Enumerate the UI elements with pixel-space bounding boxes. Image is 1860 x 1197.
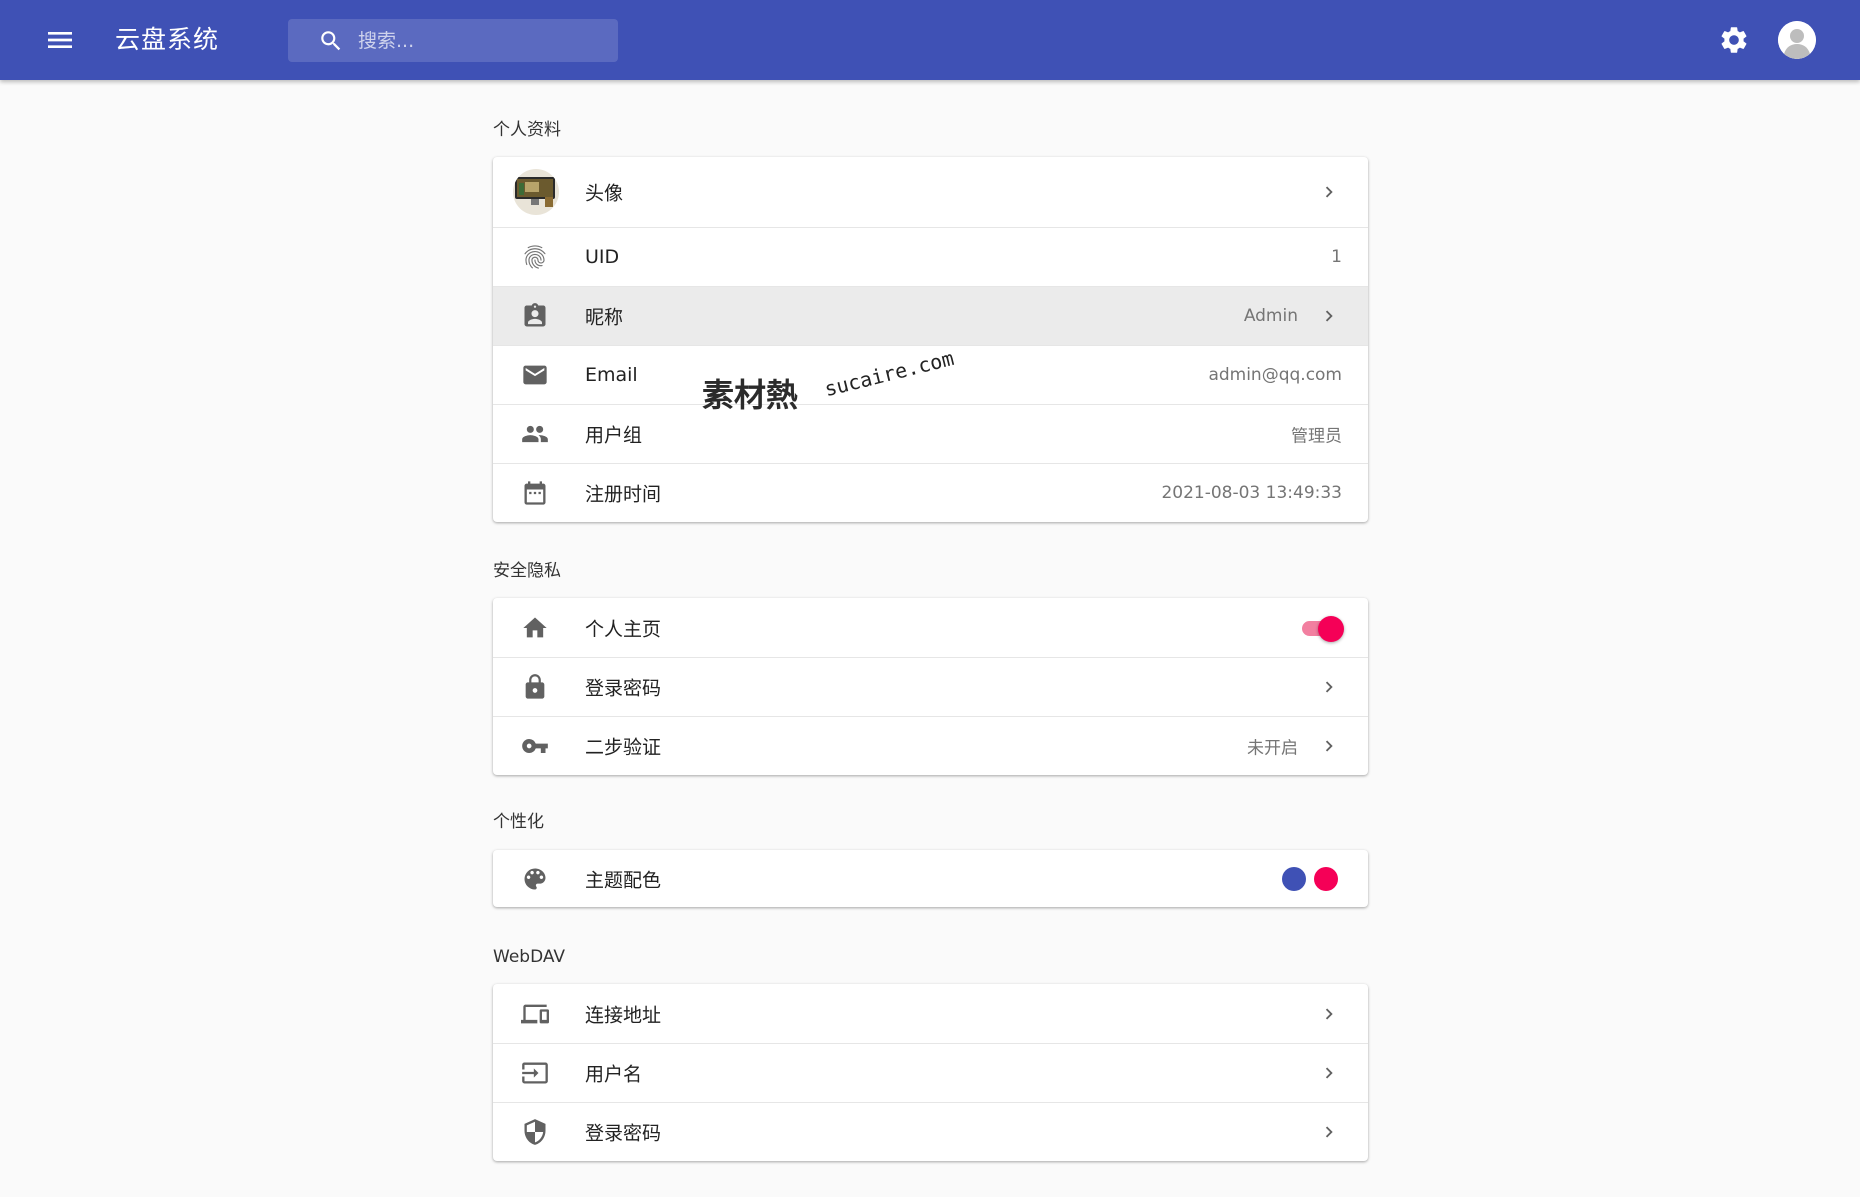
calendar-icon bbox=[524, 481, 546, 505]
devices-icon bbox=[521, 1004, 549, 1023]
gear-icon bbox=[1721, 27, 1747, 53]
mail-icon bbox=[523, 365, 547, 385]
user-avatar-icon bbox=[1778, 21, 1816, 59]
profile-avatar bbox=[513, 169, 559, 215]
section-title-personalization: 个性化 bbox=[493, 812, 544, 832]
menu-button[interactable] bbox=[44, 24, 76, 56]
app-title: 云盘系统 bbox=[115, 25, 220, 54]
menu-icon bbox=[48, 32, 72, 48]
register-time-value: 2021-08-03 13:49:33 bbox=[1161, 483, 1342, 503]
palette-icon bbox=[524, 868, 546, 889]
lock-icon bbox=[525, 674, 545, 699]
email-value: admin@qq.com bbox=[1208, 365, 1342, 385]
chevron-right-icon bbox=[1325, 310, 1333, 322]
security-card: 个人主页 登录密码 二步验证 未开启 bbox=[493, 598, 1368, 775]
contact-badge-icon bbox=[524, 303, 546, 327]
row-avatar[interactable]: 头像 bbox=[493, 157, 1368, 227]
avatar-image-icon bbox=[513, 169, 559, 215]
chevron-right-icon bbox=[1325, 1008, 1333, 1019]
webdav-username-label: 用户名 bbox=[585, 1063, 643, 1086]
webdav-address-label: 连接地址 bbox=[585, 1004, 662, 1026]
theme-color-secondary[interactable] bbox=[1314, 866, 1338, 891]
search-input[interactable] bbox=[358, 19, 608, 62]
chevron-right-icon bbox=[1325, 740, 1333, 752]
row-user-group: 用户组 管理员 bbox=[493, 404, 1368, 463]
user-group-value: 管理员 bbox=[1291, 426, 1342, 447]
row-register-time: 注册时间 2021-08-03 13:49:33 bbox=[493, 463, 1368, 522]
chevron-right-icon bbox=[1325, 186, 1333, 198]
theme-color-primary[interactable] bbox=[1282, 866, 1306, 891]
login-password-label: 登录密码 bbox=[585, 677, 662, 700]
login-icon bbox=[522, 1062, 548, 1084]
chevron-right-icon bbox=[1325, 1067, 1333, 1079]
key-icon bbox=[522, 739, 548, 753]
theme-color-swatches bbox=[1282, 866, 1342, 891]
section-title-security: 安全隐私 bbox=[493, 561, 561, 581]
fingerprint-icon bbox=[524, 245, 546, 269]
uid-value: 1 bbox=[1331, 247, 1342, 267]
row-webdav-password[interactable]: 登录密码 bbox=[493, 1102, 1368, 1161]
search-bar[interactable] bbox=[288, 19, 618, 62]
avatar-label: 头像 bbox=[585, 182, 624, 205]
row-webdav-username[interactable]: 用户名 bbox=[493, 1043, 1368, 1102]
row-email: Email admin@qq.com bbox=[493, 345, 1368, 404]
nickname-label: 昵称 bbox=[585, 306, 624, 329]
chevron-right-icon bbox=[1325, 1126, 1333, 1138]
theme-color-label: 主题配色 bbox=[585, 869, 662, 891]
email-label: Email bbox=[585, 364, 638, 386]
row-login-password[interactable]: 登录密码 bbox=[493, 657, 1368, 716]
section-title-profile: 个人资料 bbox=[493, 120, 561, 140]
user-avatar-button[interactable] bbox=[1778, 21, 1816, 59]
shield-icon bbox=[524, 1119, 546, 1145]
homepage-label: 个人主页 bbox=[585, 618, 662, 640]
settings-button[interactable] bbox=[1718, 24, 1750, 56]
row-theme-color[interactable]: 主题配色 bbox=[493, 850, 1368, 907]
search-icon bbox=[321, 31, 341, 51]
register-time-label: 注册时间 bbox=[585, 483, 662, 506]
uid-label: UID bbox=[585, 246, 620, 268]
home-icon bbox=[523, 617, 547, 637]
app-bar: 云盘系统 bbox=[0, 0, 1860, 80]
webdav-password-label: 登录密码 bbox=[585, 1122, 662, 1145]
homepage-toggle[interactable] bbox=[1300, 614, 1346, 642]
row-nickname[interactable]: 昵称 Admin bbox=[493, 286, 1368, 345]
section-title-webdav: WebDAV bbox=[493, 947, 566, 967]
people-icon bbox=[522, 425, 548, 443]
toggle-thumb bbox=[1318, 615, 1344, 642]
chevron-right-icon bbox=[1325, 681, 1333, 693]
personalization-card: 主题配色 bbox=[493, 850, 1368, 907]
webdav-card: 连接地址 用户名 登录密码 bbox=[493, 984, 1368, 1161]
row-uid: UID 1 bbox=[493, 227, 1368, 286]
nickname-value: Admin bbox=[1243, 306, 1298, 326]
two-factor-value: 未开启 bbox=[1247, 738, 1298, 759]
row-two-factor[interactable]: 二步验证 未开启 bbox=[493, 716, 1368, 775]
profile-card: 头像 UID 1 昵称 Admin Email admin@qq.com 用户组… bbox=[493, 157, 1368, 522]
user-group-label: 用户组 bbox=[585, 424, 643, 447]
row-homepage[interactable]: 个人主页 bbox=[493, 598, 1368, 657]
two-factor-label: 二步验证 bbox=[585, 736, 662, 759]
row-webdav-address[interactable]: 连接地址 bbox=[493, 984, 1368, 1043]
